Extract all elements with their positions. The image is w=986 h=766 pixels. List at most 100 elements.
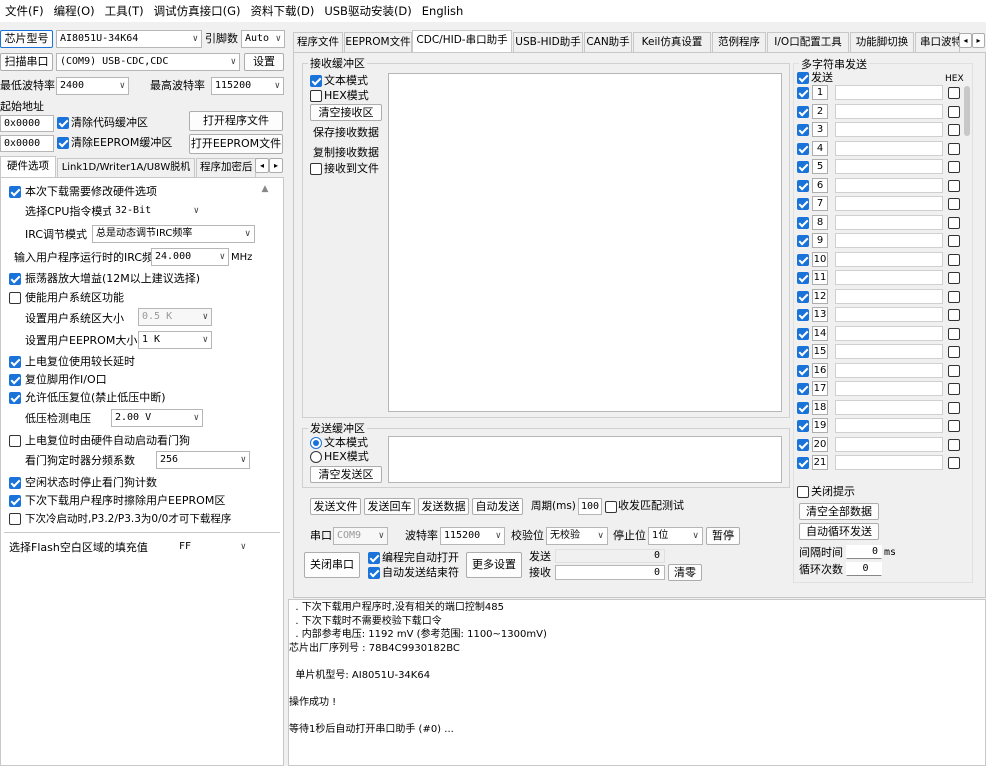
tx-textarea[interactable] xyxy=(388,436,782,483)
multi-row-send-checkbox[interactable] xyxy=(797,364,809,377)
multi-row-hex-checkbox[interactable] xyxy=(948,364,960,377)
loop-count-input[interactable]: 0 xyxy=(846,562,882,576)
tab-eeprom-file[interactable]: EEPROM文件 xyxy=(344,32,412,52)
open-eeprom-file-button[interactable]: 打开EEPROM文件 xyxy=(189,134,283,154)
multi-row-send-button[interactable]: 9 xyxy=(812,233,828,248)
auto-end-checkbox[interactable] xyxy=(368,567,380,579)
multi-row-send-button[interactable]: 17 xyxy=(812,381,828,396)
stop-bits-select[interactable]: 1位 ∨ xyxy=(648,527,703,545)
multi-row-hex-checkbox[interactable] xyxy=(948,383,960,395)
multi-row-send-button[interactable]: 20 xyxy=(812,436,828,452)
multi-row-hex-checkbox[interactable] xyxy=(948,253,960,266)
tab-io-config[interactable]: I/O口配置工具 xyxy=(767,32,849,52)
irc-freq-select[interactable]: 24.000 ∨ xyxy=(151,248,229,266)
multi-row-input[interactable] xyxy=(835,177,943,193)
menu-program[interactable]: 编程(O) xyxy=(49,3,100,19)
multi-row-hex-checkbox[interactable] xyxy=(948,401,960,414)
multi-row-send-button[interactable]: 5 xyxy=(812,159,828,174)
multi-row-send-checkbox[interactable] xyxy=(797,457,809,469)
rx-hex-mode-checkbox[interactable] xyxy=(310,90,322,102)
modify-hw-options-checkbox[interactable] xyxy=(9,186,21,198)
port-select-serial[interactable]: COM9 ∨ xyxy=(333,527,388,545)
scan-port-button[interactable]: 扫描串口 xyxy=(0,53,53,71)
multi-row-hex-checkbox[interactable] xyxy=(948,179,960,192)
clear-all-button[interactable]: 清空全部数据 xyxy=(799,503,879,520)
multi-row-send-checkbox[interactable] xyxy=(797,235,809,247)
multi-row-send-button[interactable]: 2 xyxy=(812,103,828,119)
multi-row-input[interactable] xyxy=(835,270,943,285)
period-input[interactable]: 100 xyxy=(578,498,602,515)
eeprom-address-input[interactable]: 0x0000 xyxy=(0,135,54,152)
eeprom-size-select[interactable]: 1 K ∨ xyxy=(138,331,212,349)
multi-send-all-checkbox[interactable] xyxy=(797,72,809,84)
p32-p33-checkbox[interactable] xyxy=(9,513,21,525)
multi-row-input[interactable] xyxy=(835,436,943,452)
tab-scroll-right-icon[interactable]: ▸ xyxy=(269,158,283,173)
multi-row-send-checkbox[interactable] xyxy=(797,327,809,340)
rx-textarea[interactable] xyxy=(388,73,782,412)
multi-row-send-button[interactable]: 19 xyxy=(812,418,828,433)
rx-text-mode-checkbox[interactable] xyxy=(310,75,322,87)
clear-tx-button[interactable]: 清空发送区 xyxy=(310,466,382,483)
clear-code-buffer-checkbox[interactable] xyxy=(57,117,69,129)
multi-row-send-checkbox[interactable] xyxy=(797,87,809,99)
multi-row-input[interactable] xyxy=(835,344,943,359)
multi-row-send-button[interactable]: 6 xyxy=(812,177,828,193)
send-data-button[interactable]: 发送数据 xyxy=(418,498,469,515)
multi-row-send-button[interactable]: 4 xyxy=(812,140,828,156)
multi-row-hex-checkbox[interactable] xyxy=(948,457,960,469)
max-baud-select[interactable]: 115200 ∨ xyxy=(211,77,284,95)
erase-eeprom-checkbox[interactable] xyxy=(9,495,21,507)
multi-row-hex-checkbox[interactable] xyxy=(948,142,960,155)
copy-rx-button[interactable]: 复制接收数据 xyxy=(310,144,382,161)
chip-model-select[interactable]: AI8051U-34K64 ∨ xyxy=(56,30,202,48)
multi-row-hex-checkbox[interactable] xyxy=(948,420,960,432)
tab-encryption[interactable]: 程序加密后 xyxy=(196,158,256,177)
menu-tools[interactable]: 工具(T) xyxy=(100,3,149,19)
send-enter-button[interactable]: 发送回车 xyxy=(364,498,415,515)
tab-program-file[interactable]: 程序文件 xyxy=(293,32,343,52)
multi-row-hex-checkbox[interactable] xyxy=(948,438,960,451)
multi-row-hex-checkbox[interactable] xyxy=(948,87,960,99)
close-port-button[interactable]: 关闭串口 xyxy=(304,552,360,578)
settings-button[interactable]: 设置 xyxy=(244,53,284,71)
multi-row-send-button[interactable]: 18 xyxy=(812,399,828,415)
send-file-button[interactable]: 发送文件 xyxy=(310,498,361,515)
tab-examples[interactable]: 范例程序 xyxy=(712,32,766,52)
multi-row-hex-checkbox[interactable] xyxy=(948,272,960,284)
multi-row-input[interactable] xyxy=(835,381,943,396)
multi-row-hex-checkbox[interactable] xyxy=(948,346,960,358)
reset-io-checkbox[interactable] xyxy=(9,374,21,386)
multi-row-input[interactable] xyxy=(835,307,943,322)
code-address-input[interactable]: 0x0000 xyxy=(0,115,54,132)
tx-text-mode-radio[interactable] xyxy=(310,437,322,449)
chip-model-button[interactable]: 芯片型号 xyxy=(0,30,53,48)
multi-row-hex-checkbox[interactable] xyxy=(948,124,960,136)
tab-scroll-right-icon[interactable]: ▸ xyxy=(972,33,985,48)
idle-wdt-checkbox[interactable] xyxy=(9,477,21,489)
wdt-auto-checkbox[interactable] xyxy=(9,435,21,447)
multi-row-send-checkbox[interactable] xyxy=(797,142,809,155)
multi-row-send-checkbox[interactable] xyxy=(797,309,809,321)
multi-row-send-button[interactable]: 21 xyxy=(812,455,828,470)
long-reset-checkbox[interactable] xyxy=(9,356,21,368)
auto-open-checkbox[interactable] xyxy=(368,552,380,564)
multi-row-send-checkbox[interactable] xyxy=(797,253,809,266)
tx-hex-mode-radio[interactable] xyxy=(310,451,322,463)
save-rx-button[interactable]: 保存接收数据 xyxy=(310,124,382,141)
min-baud-select[interactable]: 2400 ∨ xyxy=(56,77,129,95)
multi-row-hex-checkbox[interactable] xyxy=(948,327,960,340)
rx-to-file-checkbox[interactable] xyxy=(310,163,322,175)
auto-loop-button[interactable]: 自动循环发送 xyxy=(799,523,879,540)
tab-offline-writer[interactable]: Link1D/Writer1A/U8W脱机 xyxy=(57,158,195,177)
multi-row-hex-checkbox[interactable] xyxy=(948,198,960,210)
multi-row-send-checkbox[interactable] xyxy=(797,198,809,210)
multi-row-send-checkbox[interactable] xyxy=(797,438,809,451)
menu-file[interactable]: 文件(F) xyxy=(0,3,49,19)
multi-row-send-checkbox[interactable] xyxy=(797,105,809,118)
multi-row-input[interactable] xyxy=(835,103,943,119)
close-tip-checkbox[interactable] xyxy=(797,486,809,498)
multi-row-send-button[interactable]: 11 xyxy=(812,270,828,285)
multi-row-send-button[interactable]: 15 xyxy=(812,344,828,359)
tab-pin-switch[interactable]: 功能脚切换 xyxy=(850,32,914,52)
